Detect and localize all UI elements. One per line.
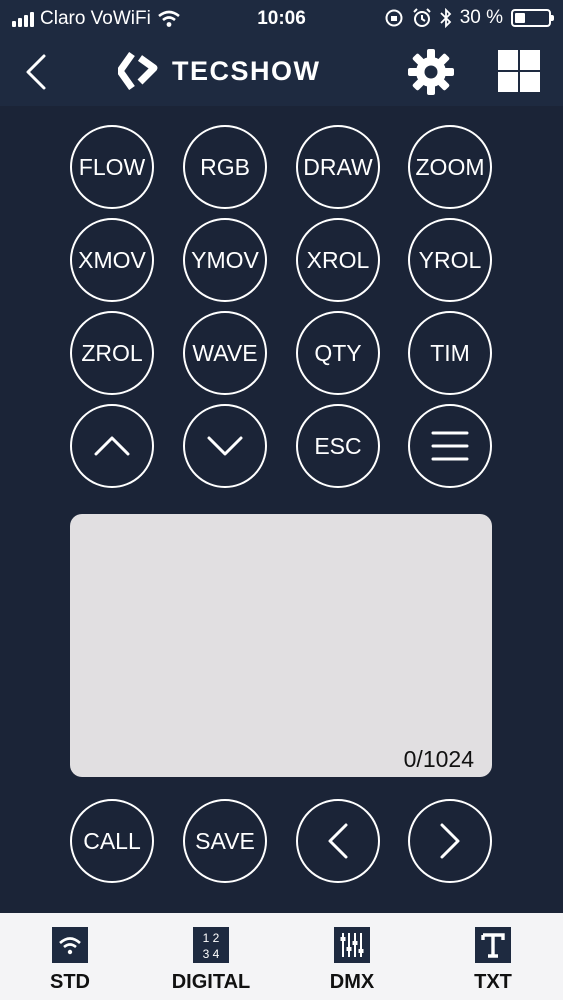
back-chevron-icon [26,54,46,90]
tim-button[interactable]: TIM [408,311,492,395]
character-counter: 0/1024 [403,746,474,772]
tab-dmx-label: DMX [329,971,375,993]
zoom-button[interactable]: ZOOM [408,125,492,209]
app-header: TECSHOW [0,36,563,106]
status-right: 30 % [384,7,554,29]
logo-icon [118,52,158,90]
bottom-tab-bar: STD 1 2 3 4 DIGITAL DMX TXT [0,913,563,1000]
battery-percent: 30 % [459,7,503,28]
gear-icon [408,49,454,95]
alarm-icon [412,8,431,27]
back-button[interactable] [18,50,58,94]
status-bar: Claro VoWiFi 10:06 30 % [0,0,563,36]
up-button[interactable] [70,404,154,488]
save-button[interactable]: SAVE [183,799,267,883]
grid-icon [498,50,540,92]
battery-icon [511,9,554,27]
chevron-left-icon [328,823,348,859]
rotation-lock-icon [385,9,403,27]
chevron-right-icon [440,823,460,859]
down-button[interactable] [183,404,267,488]
yrol-button[interactable]: YROL [408,218,492,302]
rgb-button[interactable]: RGB [183,125,267,209]
brand-logo: TECSHOW [118,52,321,90]
menu-button[interactable] [408,404,492,488]
esc-button[interactable]: ESC [296,404,380,488]
chevron-up-icon [94,436,130,456]
tab-digital-label: DIGITAL [171,971,251,993]
bluetooth-icon [440,8,451,28]
hamburger-icon [431,431,469,461]
tab-std[interactable]: STD [10,913,130,1000]
next-button[interactable] [408,799,492,883]
svg-text:3 4: 3 4 [203,947,220,961]
call-button[interactable]: CALL [70,799,154,883]
tab-txt[interactable]: TXT [433,913,553,1000]
sliders-icon [334,927,370,963]
brand-name: TECSHOW [172,55,321,86]
settings-button[interactable] [406,47,456,97]
digits-icon: 1 2 3 4 [193,927,229,963]
zrol-button[interactable]: ZROL [70,311,154,395]
tab-std-label: STD [50,971,90,993]
xrol-button[interactable]: XROL [296,218,380,302]
text-icon [475,927,511,963]
tab-digital[interactable]: 1 2 3 4 DIGITAL [151,913,271,1000]
draw-button[interactable]: DRAW [296,125,380,209]
text-input-area[interactable]: 0/1024 [70,514,492,777]
previous-button[interactable] [296,799,380,883]
battery-level [515,13,525,23]
wave-button[interactable]: WAVE [183,311,267,395]
ymov-button[interactable]: YMOV [183,218,267,302]
svg-text:1 2: 1 2 [203,931,220,945]
tab-dmx[interactable]: DMX [292,913,412,1000]
qty-button[interactable]: QTY [296,311,380,395]
tab-txt-label: TXT [474,971,512,993]
menu-grid-button[interactable] [497,49,541,93]
xmov-button[interactable]: XMOV [70,218,154,302]
chevron-down-icon [207,436,243,456]
flow-button[interactable]: FLOW [70,125,154,209]
wifi-icon [52,927,88,963]
